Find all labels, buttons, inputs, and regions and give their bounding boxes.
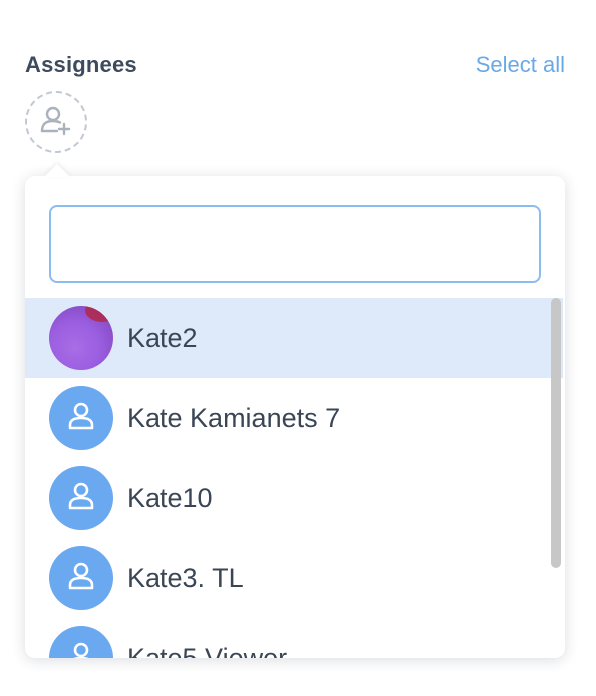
assignees-label: Assignees <box>25 52 137 77</box>
list-item[interactable]: Kate2 <box>25 298 563 378</box>
assignees-panel: Assignees Select all Kate2 Kate Kamianet… <box>0 0 596 696</box>
user-icon <box>65 640 97 658</box>
assignee-name: Kate10 <box>127 482 213 513</box>
add-assignee-button[interactable] <box>25 91 87 153</box>
avatar <box>49 546 113 610</box>
list-item[interactable]: Kate3. TL <box>25 538 563 618</box>
popover-arrow <box>44 164 70 177</box>
avatar <box>49 306 113 370</box>
list-item[interactable]: Kate10 <box>25 458 563 538</box>
assignee-list: Kate2 Kate Kamianets 7 Kate10 Kate3. TL … <box>25 298 565 658</box>
list-item[interactable]: Kate5 Viewer <box>25 618 563 658</box>
assignee-search-input[interactable] <box>49 205 541 283</box>
add-user-icon <box>39 103 73 142</box>
list-item[interactable]: Kate Kamianets 7 <box>25 378 563 458</box>
avatar <box>49 626 113 658</box>
assignee-name: Kate5 Viewer <box>127 642 288 659</box>
avatar <box>49 386 113 450</box>
avatar <box>49 466 113 530</box>
user-icon <box>65 560 97 597</box>
user-icon <box>65 400 97 437</box>
assignee-name: Kate2 <box>127 322 198 353</box>
user-icon <box>65 480 97 517</box>
assignee-dropdown: Kate2 Kate Kamianets 7 Kate10 Kate3. TL … <box>25 176 565 658</box>
list-scrollbar[interactable] <box>551 298 561 568</box>
assignee-name: Kate3. TL <box>127 562 244 593</box>
assignee-name: Kate Kamianets 7 <box>127 402 341 433</box>
select-all-link[interactable]: Select all <box>476 52 565 78</box>
